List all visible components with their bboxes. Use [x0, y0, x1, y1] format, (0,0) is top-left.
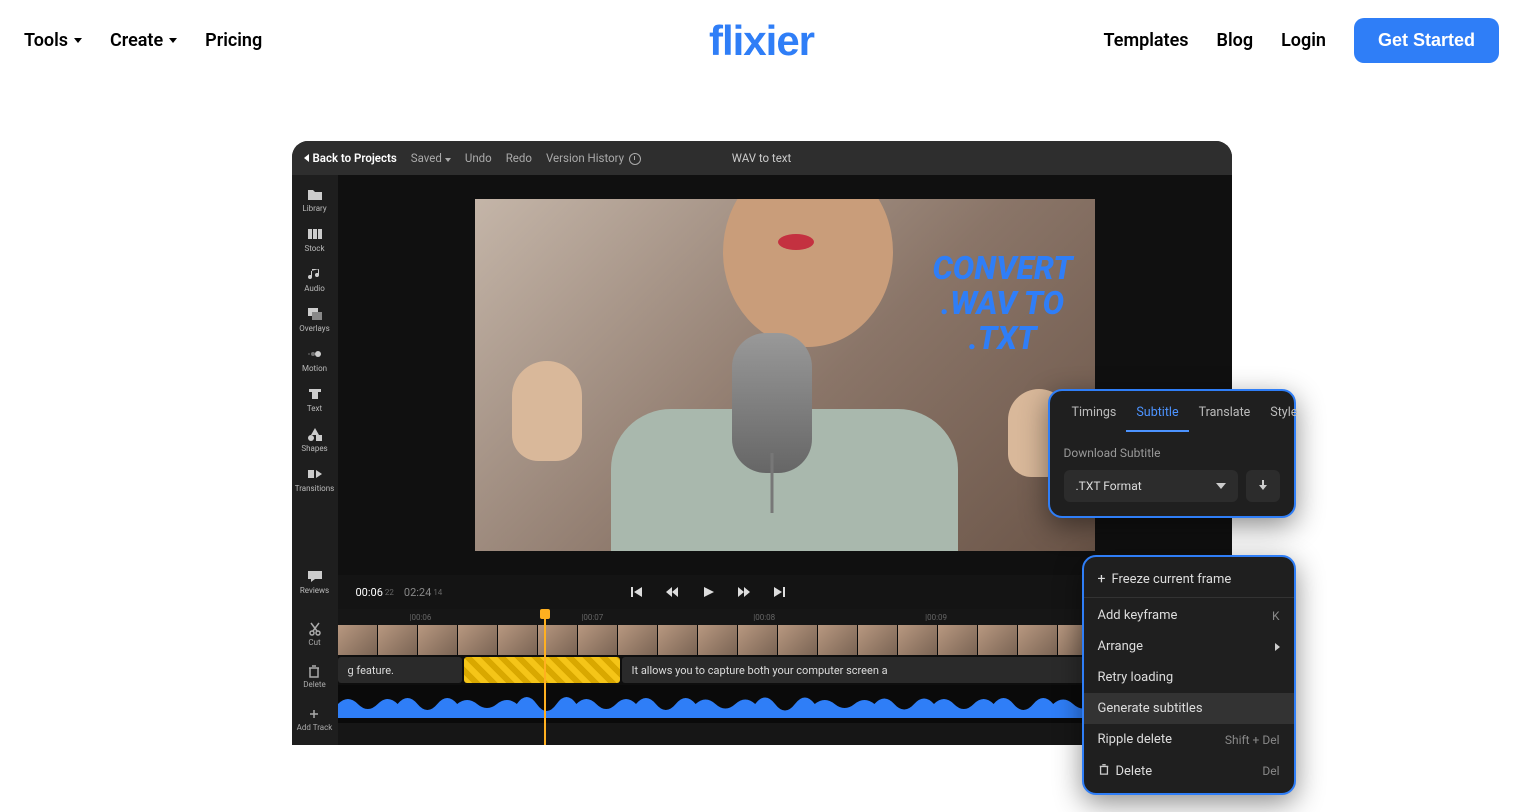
- nav-templates[interactable]: Templates: [1104, 30, 1189, 51]
- ctx-generate-subtitles[interactable]: Generate subtitles: [1084, 693, 1294, 724]
- caret-down-icon: [445, 158, 451, 162]
- nav-blog[interactable]: Blog: [1217, 30, 1254, 51]
- total-time: 02:24: [404, 586, 431, 599]
- sidebar-text[interactable]: Text: [293, 381, 337, 419]
- editor-topbar: Back to Projects Saved Undo Redo Version…: [292, 141, 1232, 175]
- rewind-icon[interactable]: [665, 585, 679, 599]
- skip-start-icon[interactable]: [629, 585, 643, 599]
- tab-subtitle[interactable]: Subtitle: [1126, 401, 1188, 432]
- version-history[interactable]: Version History: [546, 151, 641, 165]
- stock-icon: [307, 227, 323, 241]
- sidebar-audio[interactable]: Audio: [293, 261, 337, 299]
- sidebar-motion[interactable]: Motion: [293, 341, 337, 379]
- nav-login[interactable]: Login: [1281, 30, 1326, 51]
- transitions-icon: [307, 467, 323, 481]
- ctx-ripple-delete[interactable]: Ripple deleteShift + Del: [1084, 724, 1294, 755]
- overlays-icon: [307, 307, 323, 321]
- format-select[interactable]: .TXT Format: [1064, 470, 1238, 502]
- overlay-text: CONVERT .WAV TO .TXT: [932, 251, 1072, 357]
- ctx-arrange[interactable]: Arrange: [1084, 631, 1294, 662]
- ctx-delete[interactable]: DeleteDel: [1084, 755, 1294, 787]
- timeline-tools: Cut Delete Add Track: [292, 609, 338, 745]
- download-subtitle-label: Download Subtitle: [1064, 446, 1280, 460]
- playhead[interactable]: [544, 609, 546, 745]
- tab-translate[interactable]: Translate: [1189, 401, 1261, 432]
- sidebar-overlays[interactable]: Overlays: [293, 301, 337, 339]
- video-preview[interactable]: CONVERT .WAV TO .TXT: [475, 199, 1095, 551]
- chevron-right-icon: [1275, 643, 1280, 651]
- tab-timings[interactable]: Timings: [1062, 401, 1127, 432]
- sidebar-stock[interactable]: Stock: [293, 221, 337, 259]
- subtitle-panel: Timings Subtitle Translate Style Downloa…: [1048, 389, 1296, 518]
- chat-icon: [307, 569, 323, 583]
- delete-tool[interactable]: Delete: [303, 664, 326, 689]
- tab-style[interactable]: Style: [1260, 401, 1307, 432]
- cut-tool[interactable]: Cut: [308, 622, 322, 647]
- download-button[interactable]: [1246, 470, 1280, 502]
- add-track-tool[interactable]: Add Track: [297, 707, 333, 732]
- nav-create[interactable]: Create: [110, 30, 177, 51]
- nav-pricing[interactable]: Pricing: [205, 30, 262, 51]
- saved-status[interactable]: Saved: [411, 151, 451, 165]
- caret-down-icon: [169, 38, 177, 43]
- nav-tools[interactable]: Tools: [24, 30, 82, 51]
- video-editor: Back to Projects Saved Undo Redo Version…: [292, 141, 1232, 745]
- project-name: WAV to text: [732, 151, 792, 165]
- ctx-retry-loading[interactable]: Retry loading: [1084, 662, 1294, 693]
- shapes-icon: [307, 427, 323, 441]
- chevron-down-icon: [1216, 483, 1226, 489]
- redo-button[interactable]: Redo: [506, 151, 532, 165]
- caret-down-icon: [74, 38, 82, 43]
- music-icon: [307, 267, 323, 281]
- editor-sidebar: Library Stock Audio Overlays Motion Text…: [292, 175, 338, 609]
- site-logo[interactable]: flixier: [709, 17, 814, 65]
- trash-icon: [1098, 764, 1110, 779]
- forward-icon[interactable]: [737, 585, 751, 599]
- sidebar-library[interactable]: Library: [293, 181, 337, 219]
- ctx-add-keyframe[interactable]: Add keyframeK: [1084, 600, 1294, 631]
- folder-icon: [307, 187, 323, 201]
- plus-icon: +: [1098, 571, 1106, 587]
- ctx-freeze-frame[interactable]: +Freeze current frame: [1084, 563, 1294, 595]
- motion-icon: [307, 347, 323, 361]
- subtitle-clip[interactable]: g feature.: [338, 657, 462, 683]
- sidebar-reviews[interactable]: Reviews: [293, 563, 337, 601]
- site-navbar: Tools Create Pricing flixier Templates B…: [0, 0, 1523, 81]
- play-icon[interactable]: [701, 585, 715, 599]
- history-icon: [629, 153, 641, 165]
- context-menu: +Freeze current frame Add keyframeK Arra…: [1082, 555, 1296, 795]
- get-started-button[interactable]: Get Started: [1354, 18, 1499, 63]
- skip-end-icon[interactable]: [773, 585, 787, 599]
- download-icon: [1257, 480, 1269, 492]
- subtitle-clip-selected[interactable]: [464, 657, 620, 683]
- text-icon: [307, 387, 323, 401]
- current-time: 00:06: [356, 586, 383, 599]
- back-to-projects[interactable]: Back to Projects: [304, 151, 397, 165]
- undo-button[interactable]: Undo: [465, 151, 492, 165]
- sidebar-transitions[interactable]: Transitions: [293, 461, 337, 499]
- sidebar-shapes[interactable]: Shapes: [293, 421, 337, 459]
- chevron-left-icon: [304, 154, 309, 162]
